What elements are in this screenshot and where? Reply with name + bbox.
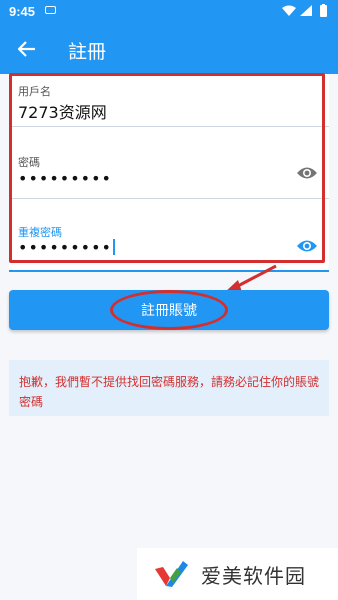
annotation-ellipse	[110, 290, 228, 330]
app-bar: 註冊	[0, 24, 338, 74]
status-bar: 9:45	[0, 0, 338, 24]
wifi-signal-battery-icon	[282, 4, 327, 17]
back-button[interactable]	[14, 36, 40, 62]
status-time: 9:45	[9, 4, 36, 19]
watermark-text: 爱美软件园	[201, 563, 306, 588]
annotation-highlight-box	[9, 73, 325, 263]
password-recovery-notice: 抱歉，我們暫不提供找回密碼服務，請務必記住你的賬號密碼	[9, 360, 329, 416]
back-arrow-icon	[18, 41, 35, 57]
notification-icon	[45, 6, 56, 14]
status-icons	[280, 4, 332, 23]
watermark-logo-icon	[155, 561, 188, 587]
page-title: 註冊	[68, 41, 107, 63]
watermark: 爱美软件园	[137, 548, 338, 600]
